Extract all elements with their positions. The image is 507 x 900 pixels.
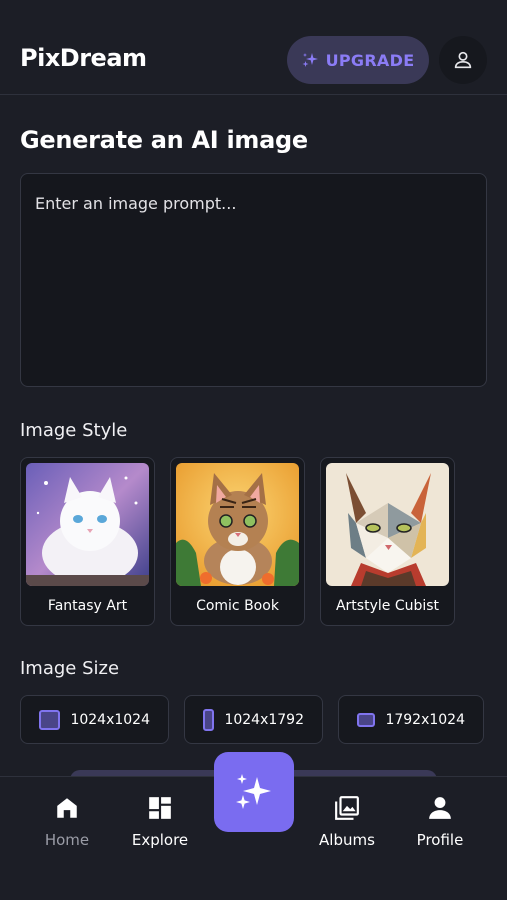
generate-fab-button[interactable] [214,752,294,832]
style-section-title: Image Style [20,420,128,441]
size-label: 1024x1792 [224,711,304,728]
style-label: Fantasy Art [47,598,128,614]
size-label: 1024x1024 [70,711,150,728]
home-icon [57,798,77,818]
account-button[interactable] [439,36,487,84]
style-card-artstyle-cubist[interactable]: Artstyle Cubist [320,457,455,626]
portrait-shape-icon [203,708,215,731]
explore-icon [149,797,171,819]
size-section-title: Image Size [20,658,120,679]
square-shape-icon [39,709,61,730]
fantasy-art-thumbnail [26,463,149,586]
profile-icon [429,797,451,819]
app-header: PixDream UPGRADE [0,0,507,95]
prompt-input[interactable] [20,173,487,387]
nav-item-albums[interactable]: Albums [307,795,387,849]
nav-label: Home [44,831,90,849]
size-option-1792x1024[interactable]: 1792x1024 [338,695,484,744]
size-label: 1792x1024 [385,711,465,728]
albums-icon [335,796,359,820]
nav-item-home[interactable]: Home [27,795,107,849]
page-title: Generate an AI image [20,126,308,154]
nav-label: Profile [416,831,464,849]
style-card-fantasy-art[interactable]: Fantasy Art [20,457,155,626]
sparkle-icon [302,53,318,67]
sparkle-icon [236,774,271,809]
nav-label: Explore [131,831,189,849]
nav-item-profile[interactable]: Profile [400,795,480,849]
style-label: Artstyle Cubist [335,598,440,614]
style-label: Comic Book [196,598,279,614]
user-icon [454,51,472,69]
size-option-1024x1792[interactable]: 1024x1792 [184,695,323,744]
nav-item-explore[interactable]: Explore [120,795,200,849]
comic-book-thumbnail [176,463,299,586]
app-logo: PixDream [20,44,147,72]
style-list: Fantasy Art Comic Book Artstyle Cubist [20,457,455,626]
size-option-1024x1024[interactable]: 1024x1024 [20,695,169,744]
upgrade-button[interactable]: UPGRADE [287,36,429,84]
style-card-comic-book[interactable]: Comic Book [170,457,305,626]
nav-label: Albums [319,831,375,849]
landscape-shape-icon [357,712,376,727]
size-list: 1024x1024 1024x1792 1792x1024 [20,695,484,744]
artstyle-cubist-thumbnail [326,463,449,586]
upgrade-label: UPGRADE [325,50,415,70]
